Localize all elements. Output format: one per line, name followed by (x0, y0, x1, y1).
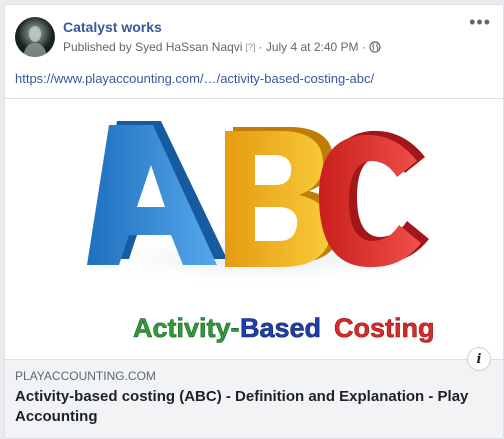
link-title[interactable]: Activity-based costing (ABC) - Definitio… (15, 387, 485, 427)
help-link[interactable]: [?] (245, 42, 255, 52)
page-name-link[interactable]: Catalyst works (63, 19, 162, 35)
image-word-activity: Activity- (133, 313, 240, 343)
post-card: Catalyst works Published by Syed HaSsan … (4, 4, 504, 439)
page-avatar[interactable] (15, 17, 55, 57)
post-meta: Published by Syed HaSsan Naqvi [?] · Jul… (63, 40, 381, 54)
more-options-icon[interactable]: ••• (469, 13, 491, 31)
post-link-url[interactable]: https://www.playaccounting.com/…/activit… (15, 71, 374, 86)
link-preview-image[interactable]: Activity- Based Costing (5, 98, 503, 360)
globe-icon[interactable] (369, 41, 381, 53)
post-timestamp[interactable]: July 4 at 2:40 PM (266, 40, 359, 54)
image-word-costing: Costing (334, 313, 435, 343)
link-domain: PLAYACCOUNTING.COM (15, 369, 156, 383)
image-word-based: Based (240, 313, 321, 343)
abc-illustration: Activity- Based Costing (65, 121, 455, 343)
meta-separator-2: · (361, 40, 366, 54)
author-name[interactable]: Syed HaSsan Naqvi (135, 40, 242, 54)
link-preview-caption[interactable]: i PLAYACCOUNTING.COM Activity-based cost… (5, 347, 503, 438)
letter-c-shape (318, 130, 429, 268)
meta-separator: · (258, 40, 263, 54)
avatar-figure (23, 26, 47, 57)
info-icon[interactable]: i (467, 347, 491, 371)
published-by-label: Published by (63, 40, 132, 54)
